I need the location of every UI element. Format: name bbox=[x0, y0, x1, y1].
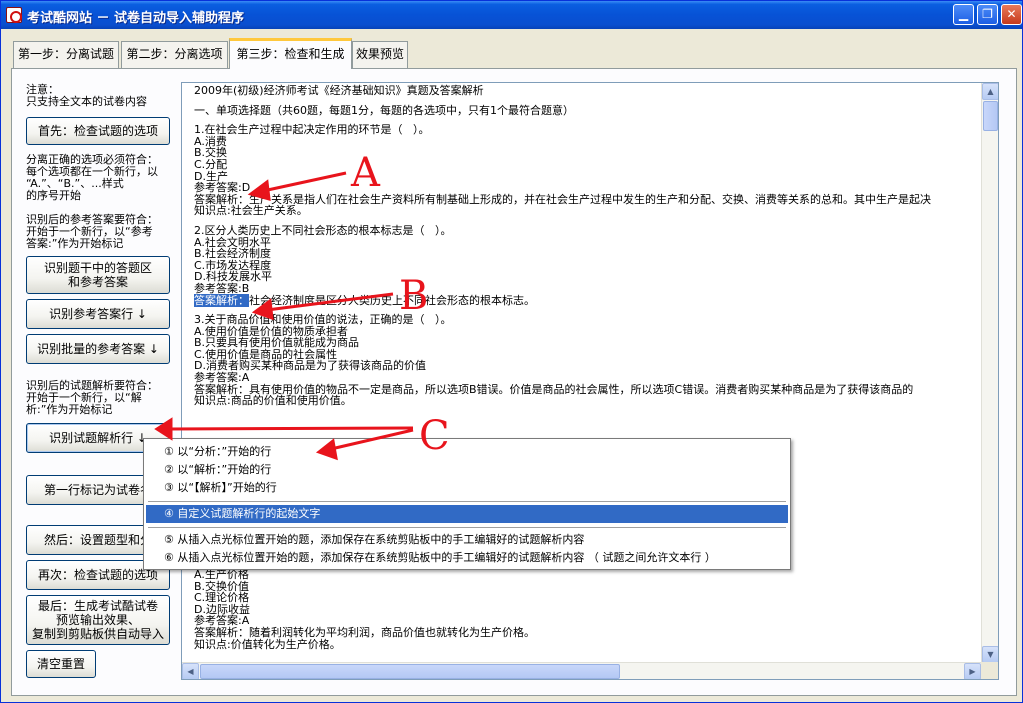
answer-rule-note: 识别后的参考答案要符合： 开始于一个新行，以“参考 答案:”作为开始标记 bbox=[26, 213, 158, 250]
tab-step1-separate-questions[interactable]: 第一步：分离试题 bbox=[13, 41, 119, 68]
annotation-label-b: B bbox=[399, 273, 429, 319]
text-line: D.生产 bbox=[194, 169, 228, 183]
selected-text: 答案解析： bbox=[194, 293, 249, 307]
app-window: 考试酷网站 － 试卷自动导入辅助程序 ▁ ❐ ✕ 第一步：分离试题 第二步：分离… bbox=[0, 0, 1023, 703]
text-lines: 2009年(初级)经济师考试《经济基础知识》真题及答案解析一、单项选择题（共60… bbox=[194, 85, 931, 407]
options-rule-note: 分离正确的选项必须符合： 每个选项都在一个新行，以 “A.”、“B.”、...样式的… bbox=[26, 153, 158, 202]
text-line: A.社会文明水平 bbox=[194, 235, 271, 249]
menu-item-add-clipboard-analysis-allow-text[interactable]: ⑥ 从插入点光标位置开始的题，添加保存在系统剪贴板中的手工编辑好的试题解析内容 … bbox=[146, 549, 788, 567]
text-line: D.消费者购买某种商品是为了获得该商品的价值 bbox=[194, 359, 426, 373]
identify-answer-area-button[interactable]: 识别题干中的答题区 和参考答案 bbox=[26, 256, 170, 294]
menu-item-starts-with-bracket-jiexi[interactable]: ③ 以“【解析】”开始的行 bbox=[146, 479, 788, 497]
tab-step2-separate-options[interactable]: 第二步：分离选项 bbox=[121, 41, 228, 68]
restore-button[interactable]: ❐ bbox=[977, 4, 998, 25]
text-line: 知识点:价值转化为生产价格。 bbox=[194, 637, 341, 651]
text-line: 知识点:商品的价值和使用价值。 bbox=[194, 394, 352, 408]
check-options-button[interactable]: 首先：检查试题的选项 bbox=[26, 117, 170, 145]
text-line: A.生产价格 bbox=[194, 568, 249, 581]
scroll-left-icon[interactable]: ◀ bbox=[182, 663, 199, 679]
annotation-label-a: A bbox=[351, 150, 380, 196]
vertical-scroll-thumb[interactable] bbox=[983, 101, 998, 131]
menu-item-starts-with-jiexi[interactable]: ② 以“解析：”开始的行 bbox=[146, 461, 788, 479]
vertical-scrollbar[interactable]: ▲ ▼ bbox=[981, 83, 998, 663]
text-line: 参考答案:A bbox=[194, 371, 250, 385]
text-line: 答案解析：社会经济制度是区分人类历史上不同社会形态的根本标志。 bbox=[194, 293, 535, 307]
title-bar[interactable]: 考试酷网站 － 试卷自动导入辅助程序 ▁ ❐ ✕ bbox=[1, 1, 1022, 29]
tab-step3-check-generate[interactable]: 第三步：检查和生成 bbox=[229, 38, 352, 69]
menu-separator bbox=[148, 527, 786, 528]
note-text: 只支持全文本的试卷内容 bbox=[26, 95, 147, 108]
analysis-context-menu: ① 以“分析：”开始的行 ② 以“解析：”开始的行 ③ 以“【解析】”开始的行 … bbox=[143, 438, 791, 570]
text-line: B.社会经济制度 bbox=[194, 247, 272, 261]
text-line: C.市场发达程度 bbox=[194, 258, 272, 272]
horizontal-scroll-thumb[interactable] bbox=[200, 664, 620, 679]
text-line: 一、单项选择题（共60题，每题1分，每题的各选项中，只有1个最符合题意） bbox=[194, 103, 574, 117]
text-line: A.消费 bbox=[194, 134, 227, 148]
text-line: 1.在社会生产过程中起决定作用的环节是（ ）。 bbox=[194, 123, 430, 137]
scroll-up-icon[interactable]: ▲ bbox=[982, 83, 998, 100]
menu-item-custom-start-text[interactable]: ④ 自定义试题解析行的起始文字 bbox=[146, 505, 788, 523]
annotation-label-c: C bbox=[419, 413, 450, 459]
scroll-down-icon[interactable]: ▼ bbox=[982, 646, 998, 663]
menu-separator bbox=[148, 501, 786, 502]
paper-text-editor[interactable]: 2009年(初级)经济师考试《经济基础知识》真题及答案解析一、单项选择题（共60… bbox=[181, 82, 999, 680]
text-line: 2009年(初级)经济师考试《经济基础知识》真题及答案解析 bbox=[194, 84, 484, 97]
identify-batch-answer-button[interactable]: 识别批量的参考答案 ↓ bbox=[26, 334, 170, 364]
text-line: C.分配 bbox=[194, 157, 228, 171]
text-line: 2.区分人类历史上不同社会形态的根本标志是（ ）。 bbox=[194, 223, 452, 237]
reset-button[interactable]: 清空重置 bbox=[26, 650, 96, 678]
horizontal-scrollbar[interactable]: ◀ ▶ bbox=[182, 662, 981, 679]
scroll-corner bbox=[981, 662, 998, 679]
analysis-rule-note: 识别后的试题解析要符合： 开始于一个新行，以“解 析:”作为开始标记 bbox=[26, 379, 158, 416]
text-line: D.科技发展水平 bbox=[194, 270, 272, 284]
minimize-button[interactable]: ▁ bbox=[953, 4, 974, 25]
tab-preview[interactable]: 效果预览 bbox=[352, 41, 408, 68]
window-title: 考试酷网站 － 试卷自动导入辅助程序 bbox=[27, 11, 245, 26]
text-line: B.交换 bbox=[194, 146, 228, 160]
text-line: 答案解析：随着利润转化为平均利润，商品价值也就转化为生产价格。 bbox=[194, 625, 535, 639]
text-line: 知识点:社会生产关系。 bbox=[194, 204, 308, 218]
text-line: 参考答案:D bbox=[194, 181, 251, 195]
app-logo-icon bbox=[6, 7, 22, 23]
scroll-right-icon[interactable]: ▶ bbox=[964, 663, 981, 679]
close-button[interactable]: ✕ bbox=[1001, 4, 1022, 25]
menu-item-add-clipboard-analysis[interactable]: ⑤ 从插入点光标位置开始的题，添加保存在系统剪贴板中的手工编辑好的试题解析内容 bbox=[146, 531, 788, 549]
menu-item-starts-with-fenxi[interactable]: ① 以“分析：”开始的行 bbox=[146, 443, 788, 461]
text-lines-bottom: A.生产价格 B.交换价值 C.理论价格 D.边际收益 参考答案:A 答案解析：随着利润转… bbox=[194, 569, 535, 650]
generate-paper-button[interactable]: 最后：生成考试酷试卷 预览输出效果、 复制到剪贴板供自动导入 bbox=[26, 595, 170, 645]
identify-answer-line-button[interactable]: 识别参考答案行 ↓ bbox=[26, 299, 170, 329]
text-line: 3.关于商品价值和使用价值的说法，正确的是（ ）。 bbox=[194, 313, 452, 327]
